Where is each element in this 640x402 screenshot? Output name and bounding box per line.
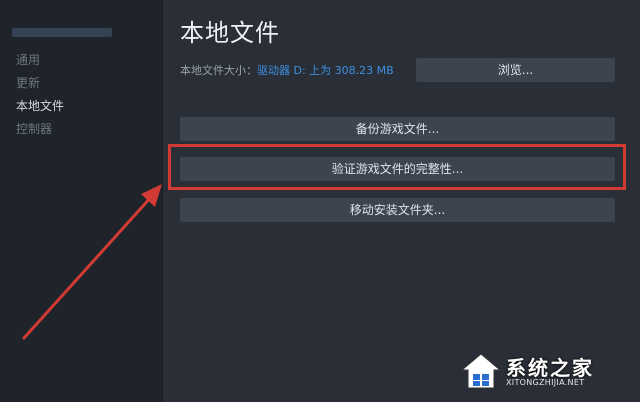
watermark: 系统之家 XITONGZHIJIA.NET bbox=[460, 350, 630, 394]
annotation-arrow bbox=[22, 184, 162, 340]
watermark-text: 系统之家 bbox=[506, 356, 594, 380]
watermark-url: XITONGZHIJIA.NET bbox=[506, 378, 585, 387]
house-logo-icon bbox=[460, 353, 502, 389]
